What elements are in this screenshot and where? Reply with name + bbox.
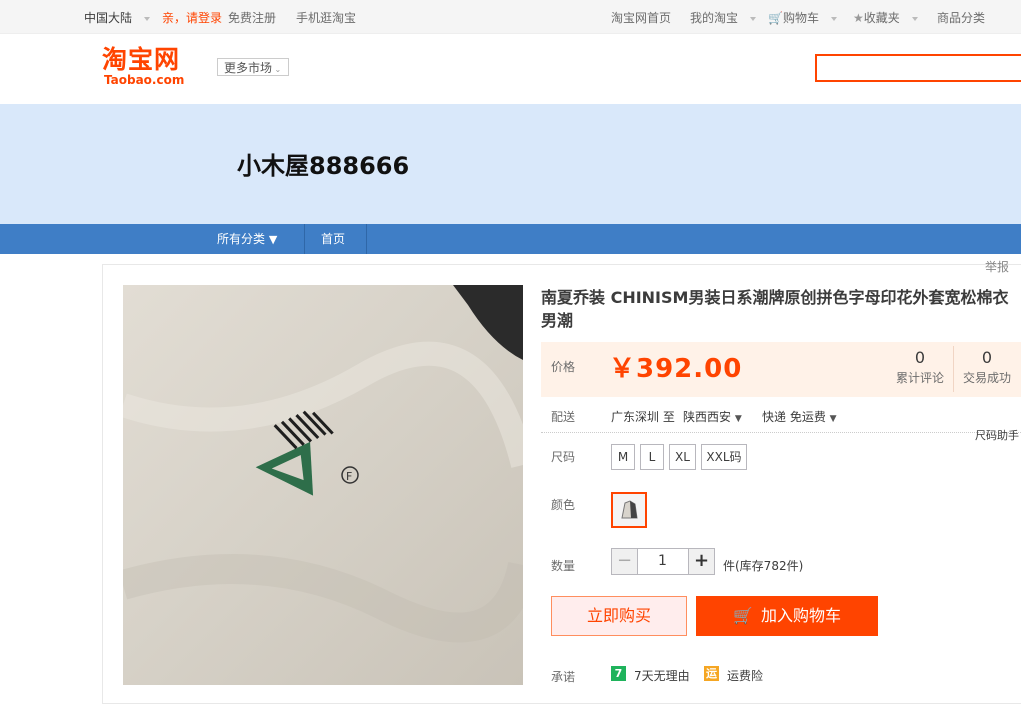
logo-chinese: 淘宝网 bbox=[102, 45, 181, 74]
review-count-stat[interactable]: 0 累计评论 bbox=[888, 348, 952, 386]
divider bbox=[541, 432, 1021, 433]
add-to-cart-label: 加入购物车 bbox=[760, 606, 841, 625]
caret-down-icon: ▼ bbox=[734, 414, 742, 424]
shipping-insurance-icon: 运 bbox=[704, 666, 719, 681]
sales-count: 0 bbox=[981, 348, 993, 367]
report-link[interactable]: 举报 bbox=[985, 258, 1009, 275]
site-header: 淘宝网 Taobao.com 更多市场 ⌄ bbox=[0, 34, 1021, 104]
quantity-increase-button[interactable]: + bbox=[688, 548, 715, 575]
size-option-l[interactable]: L bbox=[640, 444, 664, 470]
more-markets-dropdown[interactable]: 更多市场 ⌄ bbox=[217, 58, 289, 76]
size-option-xxl[interactable]: XXL码 bbox=[701, 444, 747, 470]
cart-menu[interactable]: 🛒购物车 bbox=[768, 9, 837, 26]
color-label: 颜色 bbox=[551, 498, 576, 512]
caret-down-icon: ▼ bbox=[829, 414, 837, 424]
delivery-origin: 广东深圳 至 bbox=[611, 410, 675, 424]
review-count: 0 bbox=[914, 348, 926, 367]
sales-count-stat[interactable]: 0 交易成功 bbox=[955, 348, 1019, 386]
chevron-down-icon bbox=[749, 16, 756, 21]
delivery-destination-select[interactable]: 陕西西安 ▼ bbox=[683, 408, 742, 425]
quantity-input[interactable]: 1 bbox=[637, 548, 688, 575]
review-count-label: 累计评论 bbox=[895, 371, 944, 385]
favorites-label: 收藏夹 bbox=[863, 11, 900, 25]
shop-nav: 所有分类 ▼ 首页 bbox=[0, 224, 1021, 254]
price-label: 价格 bbox=[551, 360, 576, 374]
mobile-taobao-link[interactable]: 手机逛淘宝 bbox=[296, 9, 356, 26]
more-markets-label: 更多市场 bbox=[224, 61, 273, 75]
delivery-destination: 陕西西安 bbox=[683, 410, 732, 424]
cart-icon: 🛒 bbox=[733, 606, 753, 625]
sales-count-label: 交易成功 bbox=[962, 371, 1011, 385]
login-link[interactable]: 亲，请登录 bbox=[162, 9, 222, 26]
chevron-down-icon bbox=[143, 16, 150, 21]
add-to-cart-button[interactable]: 🛒 加入购物车 bbox=[696, 596, 878, 636]
favorites-menu[interactable]: ★收藏夹 bbox=[853, 9, 918, 26]
my-taobao-menu[interactable]: 我的淘宝 bbox=[690, 9, 756, 26]
chevron-down-icon: ⌄ bbox=[272, 65, 282, 74]
buy-now-button[interactable]: 立即购买 bbox=[551, 596, 687, 636]
price-panel: 价格 ￥392.00 0 累计评论 0 交易成功 bbox=[541, 342, 1021, 397]
logo-english: Taobao.com bbox=[104, 73, 185, 87]
cart-icon: 🛒 bbox=[768, 11, 783, 25]
seven-day-return-text[interactable]: 7天无理由 bbox=[634, 667, 690, 684]
size-label: 尺码 bbox=[551, 450, 576, 464]
star-icon: ★ bbox=[853, 11, 864, 25]
quantity-decrease-button[interactable]: − bbox=[611, 548, 638, 575]
product-photo-graphic: F bbox=[123, 285, 523, 685]
product-title: 南夏乔装 CHINISM男装日系潮牌原创拼色字母印花外套宽松棉衣男潮 bbox=[541, 288, 1009, 330]
color-swatch[interactable] bbox=[611, 492, 647, 528]
caret-down-icon: ▼ bbox=[268, 233, 278, 246]
stat-divider bbox=[953, 346, 954, 392]
register-link[interactable]: 免费注册 bbox=[228, 9, 276, 26]
delivery-method: 快递 免运费 bbox=[762, 410, 826, 424]
svg-text:F: F bbox=[346, 470, 352, 483]
search-input[interactable] bbox=[815, 54, 1021, 82]
quantity-label: 数量 bbox=[551, 559, 576, 573]
taobao-home-link[interactable]: 淘宝网首页 bbox=[611, 9, 671, 26]
nav-divider bbox=[304, 224, 305, 254]
nav-home[interactable]: 首页 bbox=[321, 224, 345, 254]
price-value: ￥392.00 bbox=[609, 354, 743, 384]
nav-all-categories-label: 所有分类 bbox=[217, 232, 266, 246]
my-taobao-label: 我的淘宝 bbox=[690, 11, 739, 25]
top-bar: 中国大陆 亲，请登录 免费注册 手机逛淘宝 淘宝网首页 我的淘宝 🛒购物车 ★收… bbox=[0, 0, 1021, 34]
cart-label: 购物车 bbox=[782, 11, 819, 25]
size-option-xl[interactable]: XL bbox=[669, 444, 696, 470]
product-image[interactable]: F bbox=[123, 285, 523, 685]
shipping-insurance-text[interactable]: 运费险 bbox=[727, 667, 763, 684]
taobao-logo[interactable]: 淘宝网 Taobao.com bbox=[102, 45, 185, 87]
region-selector[interactable]: 中国大陆 bbox=[84, 9, 150, 26]
size-option-m[interactable]: M bbox=[611, 444, 635, 470]
categories-link[interactable]: 商品分类 bbox=[937, 9, 985, 26]
region-label: 中国大陆 bbox=[84, 11, 133, 25]
shop-name: 小木屋888666 bbox=[237, 152, 410, 180]
size-helper-link[interactable]: 尺码助手 bbox=[975, 427, 1019, 443]
color-thumbnail bbox=[613, 494, 645, 526]
shop-banner: 小木屋888666 bbox=[0, 104, 1021, 224]
delivery-label: 配送 bbox=[551, 410, 576, 424]
promise-label: 承诺 bbox=[551, 670, 576, 684]
seven-day-return-icon: 7 bbox=[611, 666, 626, 681]
nav-divider bbox=[366, 224, 367, 254]
chevron-down-icon bbox=[911, 16, 918, 21]
nav-all-categories[interactable]: 所有分类 ▼ bbox=[217, 224, 277, 254]
chevron-down-icon bbox=[830, 16, 837, 21]
stock-info: 件(库存782件) bbox=[723, 559, 804, 573]
delivery-method-select[interactable]: 快递 免运费 ▼ bbox=[762, 408, 837, 425]
